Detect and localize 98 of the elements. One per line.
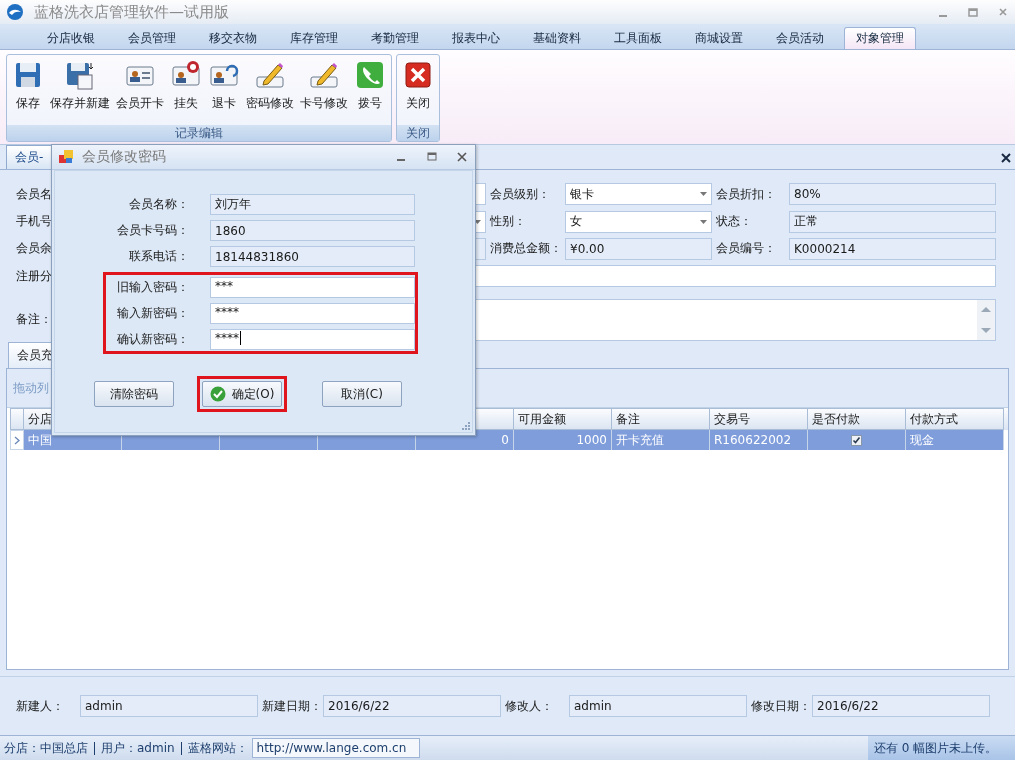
input-field[interactable]: 正常 (789, 210, 996, 233)
column-header[interactable]: 可用金额 (514, 408, 612, 430)
close-icon (402, 59, 434, 91)
menu-tab[interactable]: 考勤管理 (354, 27, 435, 49)
resize-grip-icon (460, 420, 470, 430)
phone-icon (354, 59, 386, 91)
menu-tab[interactable]: 会员管理 (111, 27, 192, 49)
column-header[interactable]: 备注 (612, 408, 710, 430)
toolbar-button[interactable]: 卡号修改 (297, 57, 351, 125)
field-label: 会员级别： (489, 185, 551, 203)
table-cell: 1000 (514, 430, 612, 450)
status-text: 用户：admin (95, 741, 182, 755)
field-label: 旧输入密码： (116, 279, 189, 296)
dialog-button[interactable]: 清除密码 (94, 381, 174, 407)
column-header[interactable]: 是否付款 (808, 408, 906, 430)
menu-tab[interactable]: 对象管理 (844, 27, 916, 49)
close-icon (457, 152, 467, 162)
table-cell: R160622002 (710, 430, 808, 450)
menu-tab[interactable]: 分店收银 (30, 27, 111, 49)
minimize-icon (397, 159, 405, 161)
input-field[interactable]: 1860 (210, 220, 415, 241)
window-title: 蓝格洗衣店管理软件—试用版 (34, 2, 230, 22)
input-field[interactable]: 2016/6/22 (323, 695, 501, 717)
input-field[interactable]: 18144831860 (210, 246, 415, 267)
toolbar-button[interactable]: 挂失 (167, 57, 205, 125)
input-field[interactable]: ¥0.00 (565, 238, 712, 260)
dropdown-field[interactable]: 女 (565, 210, 712, 233)
field-label: 会员折扣： (715, 185, 777, 203)
field-label: 会员名称： (128, 196, 189, 213)
input-field[interactable]: admin (569, 695, 747, 717)
input-field[interactable]: K0000214 (789, 238, 996, 260)
password-field[interactable]: **** (210, 303, 415, 324)
field-label: 修改日期： (750, 697, 812, 715)
field-label: 消费总金额： (489, 240, 563, 258)
close-icon (1001, 153, 1011, 163)
dialog-button[interactable]: 确定(O) (202, 381, 282, 407)
toolbar-button[interactable]: 拨号 (351, 57, 389, 125)
field-label: 性别： (489, 213, 527, 231)
status-text: 蓝格网站： (186, 741, 249, 755)
input-field[interactable]: 80% (789, 183, 996, 206)
field-label: 会员余 (16, 240, 53, 258)
menu-tab[interactable]: 会员活动 (759, 27, 840, 49)
group-by-hint: 拖动列 (13, 379, 49, 397)
field-label: 手机号 (16, 213, 53, 231)
field-label: 会员卡号码： (116, 222, 189, 239)
toolbar-button[interactable]: 关闭 (399, 57, 437, 125)
field-label: 修改人： (504, 697, 554, 715)
website-link[interactable]: http://www.lange.com.cn (251, 738, 420, 758)
field-label: 会员名 (16, 185, 53, 203)
table-cell: 开卡充值 (612, 430, 710, 450)
toolbar-button[interactable]: 保存并新建 (47, 57, 113, 125)
dropdown-field[interactable]: 银卡 (565, 183, 712, 206)
menu-tab[interactable]: 库存管理 (273, 27, 354, 49)
menu-tab[interactable]: 基础资料 (516, 27, 597, 49)
group-caption: 记录编辑 (7, 125, 391, 141)
menu-tab[interactable]: 移交衣物 (192, 27, 273, 49)
toolbar-button[interactable]: 密码修改 (243, 57, 297, 125)
group-caption: 关闭 (397, 125, 439, 141)
field-label: 输入新密码： (116, 305, 189, 322)
input-field[interactable]: admin (80, 695, 258, 717)
input-field[interactable]: 2016/6/22 (812, 695, 990, 717)
dialog-button[interactable]: 取消(C) (322, 381, 402, 407)
field-label: 确认新密码： (116, 331, 189, 348)
document-tab[interactable]: 会员- (6, 145, 53, 169)
toolbar-button[interactable]: 保存 (9, 57, 47, 125)
close-icon (997, 6, 1009, 18)
scrollbar-drawing (977, 299, 995, 340)
row-indicator-icon (14, 435, 20, 445)
maximize-icon (967, 6, 979, 18)
field-label: 联系电话： (128, 248, 189, 265)
toolbar-button[interactable]: 退卡 (205, 57, 243, 125)
status-text: 分店：中国总店 (4, 741, 95, 755)
minimize-icon (939, 15, 947, 17)
password-field[interactable]: **** (210, 329, 415, 350)
dropdown-arrow-icon (700, 192, 707, 197)
field-label: 注册分 (16, 267, 53, 285)
password-field[interactable]: *** (210, 277, 415, 298)
column-header[interactable]: 交易号 (710, 408, 808, 430)
upload-status: 还有 0 幅图片未上传。 (868, 736, 1015, 760)
menu-tab[interactable]: 工具面板 (597, 27, 678, 49)
field-label: 新建人： (16, 697, 65, 715)
dropdown-arrow-icon (700, 219, 707, 224)
check-icon (209, 386, 226, 402)
menu-tab[interactable]: 商城设置 (678, 27, 759, 49)
menu-tab[interactable]: 报表中心 (435, 27, 516, 49)
field-label: 会员编号： (715, 240, 777, 258)
logo-icon (6, 3, 24, 21)
column-header[interactable]: 付款方式 (906, 408, 1004, 430)
app-icon (58, 149, 74, 165)
dialog-title: 会员修改密码 (82, 148, 167, 166)
field-label: 状态： (715, 213, 753, 231)
input-field[interactable]: 刘万年 (210, 194, 415, 215)
maximize-icon (427, 152, 437, 162)
dropdown-arrow-icon (474, 219, 481, 224)
field-label: 备注： (16, 311, 53, 329)
field-label: 新建日期： (261, 697, 323, 715)
toolbar-button[interactable]: 会员开卡 (113, 57, 167, 125)
table-cell: 现金 (906, 430, 1004, 450)
